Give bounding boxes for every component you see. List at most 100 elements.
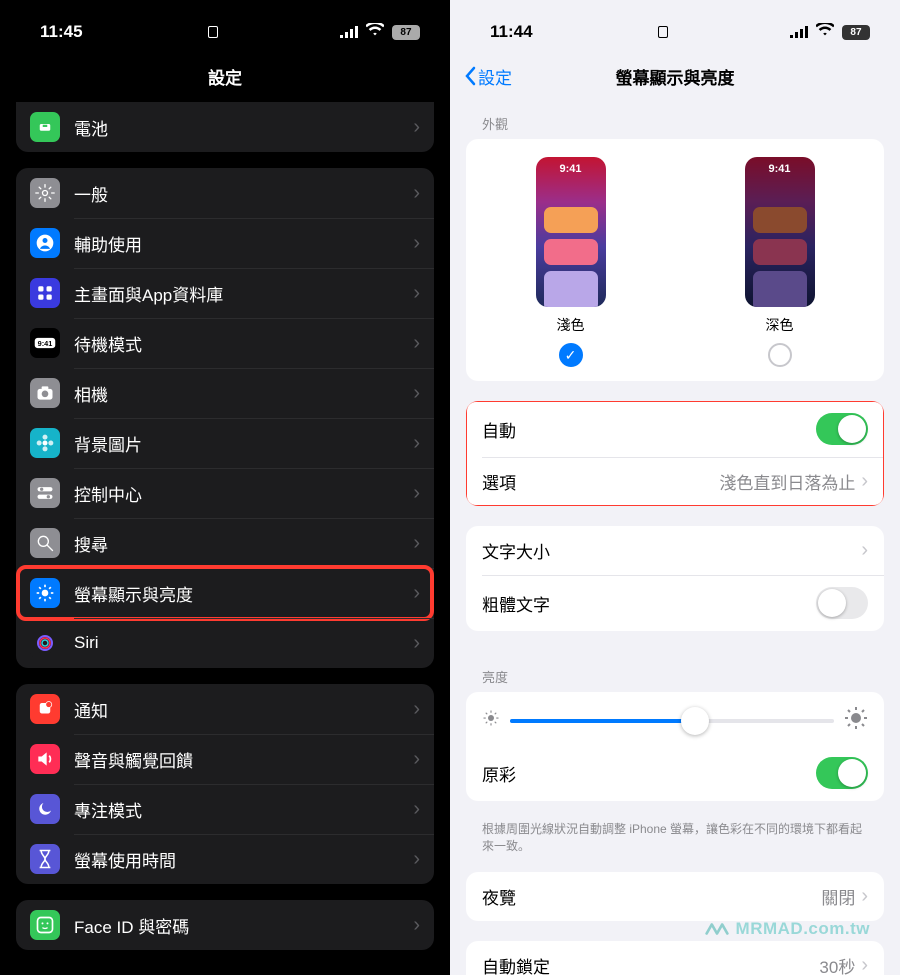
battery-icon [30, 112, 60, 142]
appearance-dark-option[interactable]: 9:41 深色 [745, 157, 815, 367]
options-label: 選項 [482, 469, 516, 494]
chevron-right-icon: › [413, 748, 420, 771]
night-shift-card: 夜覽 關閉 › [466, 872, 884, 921]
automatic-row: 自動 [466, 401, 884, 457]
chevron-right-icon: › [413, 532, 420, 555]
chevron-right-icon: › [413, 632, 420, 655]
settings-row-notifications[interactable]: 通知 › [16, 684, 434, 734]
chevron-right-icon: › [413, 432, 420, 455]
row-label: 專注模式 [74, 797, 399, 822]
chevron-right-icon: › [861, 470, 868, 493]
settings-row-focus[interactable]: 專注模式› [16, 784, 434, 834]
gear-icon [30, 178, 60, 208]
row-label: 控制中心 [74, 481, 399, 506]
hourglass-icon [30, 844, 60, 874]
camera-icon [30, 378, 60, 408]
nav-bar: 設定 [0, 54, 450, 98]
bold-text-toggle[interactable] [816, 587, 868, 619]
status-bar: 11:45 87 [0, 0, 450, 54]
settings-row-sounds[interactable]: 聲音與觸覺回饋 › [16, 734, 434, 784]
row-label: 通知 [74, 697, 399, 722]
chevron-right-icon: › [413, 582, 420, 605]
row-label: 聲音與觸覺回饋 [74, 747, 399, 772]
auto-appearance-card: 自動 選項 淺色直到日落為止 › [466, 401, 884, 506]
text-size-label: 文字大小 [482, 538, 550, 563]
settings-root-screen: 11:45 87 設定 電池›一般›輔助使用›主畫面與App資料庫›9:41待機… [0, 0, 450, 975]
settings-row-battery[interactable]: 電池 › [16, 102, 434, 152]
moon-icon [30, 794, 60, 824]
settings-group: 通知 › 聲音與觸覺回饋 › 專注模式› 螢幕使用時間 › [16, 684, 434, 884]
chevron-right-icon: › [413, 182, 420, 205]
auto-lock-card: 自動鎖定 30秒 › [466, 941, 884, 975]
settings-row-home-app[interactable]: 主畫面與App資料庫› [16, 268, 434, 318]
chevron-right-icon: › [413, 232, 420, 255]
chevron-right-icon: › [861, 954, 868, 975]
settings-row-display[interactable]: 螢幕顯示與亮度 › [16, 568, 434, 618]
true-tone-toggle[interactable] [816, 757, 868, 789]
display-brightness-screen: 11:44 87 設定 螢幕顯示與亮度 外觀 9:41 淺色 ✓ [450, 0, 900, 975]
true-tone-label: 原彩 [482, 761, 516, 786]
chevron-right-icon: › [413, 848, 420, 871]
auto-lock-row[interactable]: 自動鎖定 30秒 › [466, 941, 884, 975]
settings-row-accessibility[interactable]: 輔助使用› [16, 218, 434, 268]
chevron-right-icon: › [861, 885, 868, 908]
chevron-right-icon: › [413, 382, 420, 405]
settings-row-general[interactable]: 一般 › [16, 168, 434, 218]
clock-icon: 9:41 [30, 328, 60, 358]
svg-text:9:41: 9:41 [38, 339, 53, 348]
settings-row-standby[interactable]: 9:41 待機模式 › [16, 318, 434, 368]
settings-row-wallpaper[interactable]: 背景圖片› [16, 418, 434, 468]
options-row[interactable]: 選項 淺色直到日落為止 › [466, 457, 884, 506]
brightness-slider[interactable] [510, 719, 834, 723]
row-label: 相機 [74, 381, 399, 406]
settings-row-camera[interactable]: 相機 › [16, 368, 434, 418]
light-radio[interactable]: ✓ [559, 343, 583, 367]
settings-row-faceid[interactable]: Face ID 與密碼› [16, 900, 434, 950]
text-card: 文字大小 › 粗體文字 [466, 526, 884, 631]
row-label: 螢幕使用時間 [74, 847, 399, 872]
battery-icon: 87 [840, 25, 870, 40]
wifi-icon [816, 22, 834, 42]
back-button[interactable]: 設定 [464, 64, 512, 89]
row-label: 一般 [74, 181, 399, 206]
sun-max-icon [844, 706, 868, 735]
chevron-right-icon: › [413, 482, 420, 505]
chevron-right-icon: › [413, 116, 420, 139]
settings-row-siri[interactable]: Siri› [16, 618, 434, 668]
status-bar: 11:44 87 [450, 0, 900, 54]
dark-preview: 9:41 [745, 157, 815, 307]
row-label: Face ID 與密碼 [74, 913, 399, 938]
chevron-right-icon: › [413, 282, 420, 305]
display-settings-list[interactable]: 外觀 9:41 淺色 ✓ 9:41 深色 [450, 98, 900, 975]
text-size-row[interactable]: 文字大小 › [466, 526, 884, 575]
settings-list[interactable]: 電池›一般›輔助使用›主畫面與App資料庫›9:41待機模式›相機›背景圖片›控… [0, 98, 450, 975]
light-preview: 9:41 [536, 157, 606, 307]
night-shift-value: 關閉 [821, 884, 855, 909]
page-title: 螢幕顯示與亮度 [616, 64, 735, 89]
chevron-right-icon: › [861, 539, 868, 562]
dark-radio[interactable] [768, 343, 792, 367]
settings-group: 一般›輔助使用›主畫面與App資料庫›9:41待機模式›相機›背景圖片›控制中心… [16, 168, 434, 668]
chevron-right-icon: › [413, 698, 420, 721]
settings-row-control-center[interactable]: 控制中心 › [16, 468, 434, 518]
settings-row-screentime[interactable]: 螢幕使用時間 › [16, 834, 434, 884]
light-label: 淺色 [536, 315, 606, 335]
appearance-light-option[interactable]: 9:41 淺色 ✓ [536, 157, 606, 367]
bell-icon [30, 694, 60, 724]
row-label: 螢幕顯示與亮度 [74, 581, 399, 606]
bold-text-row: 粗體文字 [466, 575, 884, 631]
settings-row-search[interactable]: 搜尋› [16, 518, 434, 568]
row-label: 待機模式 [74, 331, 399, 356]
cellular-icon [340, 26, 360, 38]
person-icon [30, 228, 60, 258]
face-icon [30, 910, 60, 940]
back-label: 設定 [478, 64, 512, 89]
automatic-toggle[interactable] [816, 413, 868, 445]
switches-icon [30, 478, 60, 508]
row-label: 電池 [74, 115, 399, 140]
siri-icon [30, 628, 60, 658]
card-icon [208, 26, 218, 38]
brightness-card: 原彩 [466, 692, 884, 801]
night-shift-row[interactable]: 夜覽 關閉 › [466, 872, 884, 921]
chevron-right-icon: › [413, 332, 420, 355]
